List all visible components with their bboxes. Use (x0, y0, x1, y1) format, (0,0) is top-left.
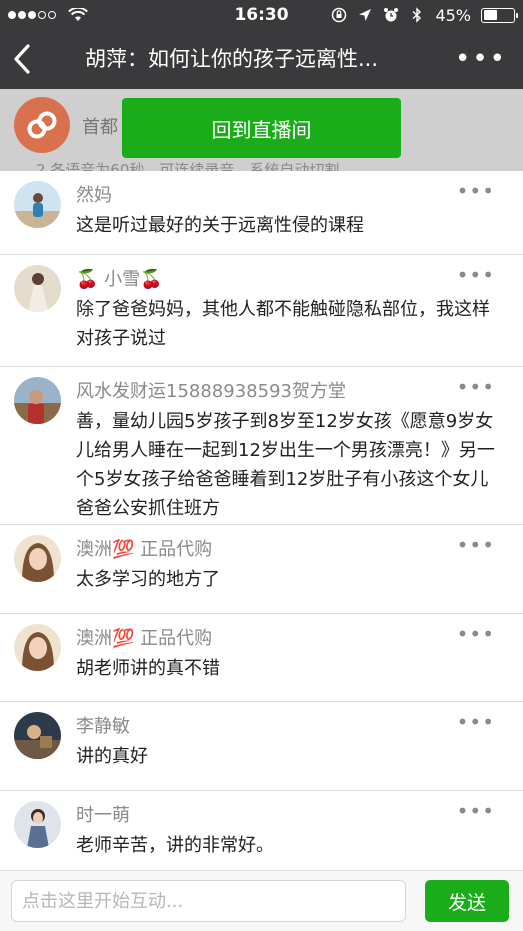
input-bar: 发送 (0, 870, 523, 931)
battery-level (483, 10, 497, 20)
avatar[interactable] (14, 712, 61, 759)
comment-author: 🍒 小雪🍒 (76, 269, 163, 290)
comment-author: 澳洲💯 正品代购 (76, 628, 213, 649)
avatar[interactable] (14, 181, 61, 228)
bluetooth-icon (412, 7, 422, 23)
comment-text: 善，量幼儿园5岁孩子到8岁至12岁女孩《愿意9岁女儿给男人睡在一起到12岁出生一… (76, 411, 495, 519)
battery-icon (481, 7, 518, 23)
comment-text: 老师辛苦，讲的非常好。 (76, 835, 274, 856)
more-dots-icon[interactable]: ••• (455, 44, 507, 74)
page-title: 胡萍：如何让你的孩子远离性... (85, 47, 379, 71)
live-header: 首都 2 各语音为60秒，可连续录音，系统自动切割 回到直播间 (0, 89, 523, 171)
back-to-live-button[interactable]: 回到直播间 (122, 98, 401, 158)
comment-item: 风水发财运15888938593贺方堂 ••• 善，量幼儿园5岁孩子到8岁至12… (0, 367, 523, 525)
comment-text: 除了爸爸妈妈，其他人都不能触碰隐私部位，我这样对孩子说过 (76, 299, 490, 349)
host-logo-icon (27, 111, 57, 139)
comment-text: 胡老师讲的真不错 (76, 658, 220, 679)
comment-author: 澳洲💯 正品代购 (76, 539, 213, 560)
nav-bar: 胡萍：如何让你的孩子远离性... ••• (0, 30, 523, 89)
status-right: 45% (331, 0, 518, 30)
location-icon (359, 9, 372, 21)
comment-input[interactable] (11, 880, 406, 922)
comment-text: 讲的真好 (76, 746, 148, 767)
more-dots-icon[interactable]: ••• (457, 624, 495, 644)
comment-item: 澳洲💯 正品代购 ••• 胡老师讲的真不错 (0, 614, 523, 702)
avatar[interactable] (14, 377, 61, 424)
more-dots-icon[interactable]: ••• (457, 181, 495, 201)
avatar[interactable] (14, 535, 61, 582)
comment-text: 这是听过最好的关于远离性侵的课程 (76, 215, 364, 236)
more-dots-icon[interactable]: ••• (457, 712, 495, 732)
avatar[interactable] (14, 624, 61, 671)
more-dots-icon[interactable]: ••• (457, 535, 495, 555)
comment-author: 李静敏 (76, 716, 130, 737)
comment-list: 然妈 ••• 这是听过最好的关于远离性侵的课程 🍒 小雪🍒 ••• 除了爸爸妈妈… (0, 171, 523, 870)
comment-item: 澳洲💯 正品代购 ••• 太多学习的地方了 (0, 525, 523, 614)
more-dots-icon[interactable]: ••• (457, 377, 495, 397)
send-button[interactable]: 发送 (425, 880, 509, 922)
host-avatar (14, 97, 70, 153)
comment-item: 🍒 小雪🍒 ••• 除了爸爸妈妈，其他人都不能触碰隐私部位，我这样对孩子说过 (0, 255, 523, 367)
status-bar: 16:30 45% (0, 0, 523, 30)
comment-item: 然妈 ••• 这是听过最好的关于远离性侵的课程 (0, 171, 523, 255)
comment-author: 时一萌 (76, 805, 130, 826)
avatar[interactable] (14, 801, 61, 848)
host-name: 首都 (82, 117, 118, 138)
comment-author: 风水发财运15888938593贺方堂 (76, 381, 346, 402)
live-subtitle: 2 各语音为60秒，可连续录音，系统自动切割 (36, 161, 340, 171)
more-dots-icon[interactable]: ••• (457, 801, 495, 821)
battery-percent: 45% (435, 5, 471, 25)
comment-item: 李静敏 ••• 讲的真好 (0, 702, 523, 791)
comment-text: 太多学习的地方了 (76, 569, 220, 590)
more-dots-icon[interactable]: ••• (457, 265, 495, 285)
comment-item: 时一萌 ••• 老师辛苦，讲的非常好。 (0, 791, 523, 870)
chevron-left-icon[interactable] (8, 42, 38, 76)
avatar[interactable] (14, 265, 61, 312)
rotation-lock-icon (332, 7, 347, 23)
alarm-icon (384, 8, 399, 22)
comment-author: 然妈 (76, 185, 112, 206)
